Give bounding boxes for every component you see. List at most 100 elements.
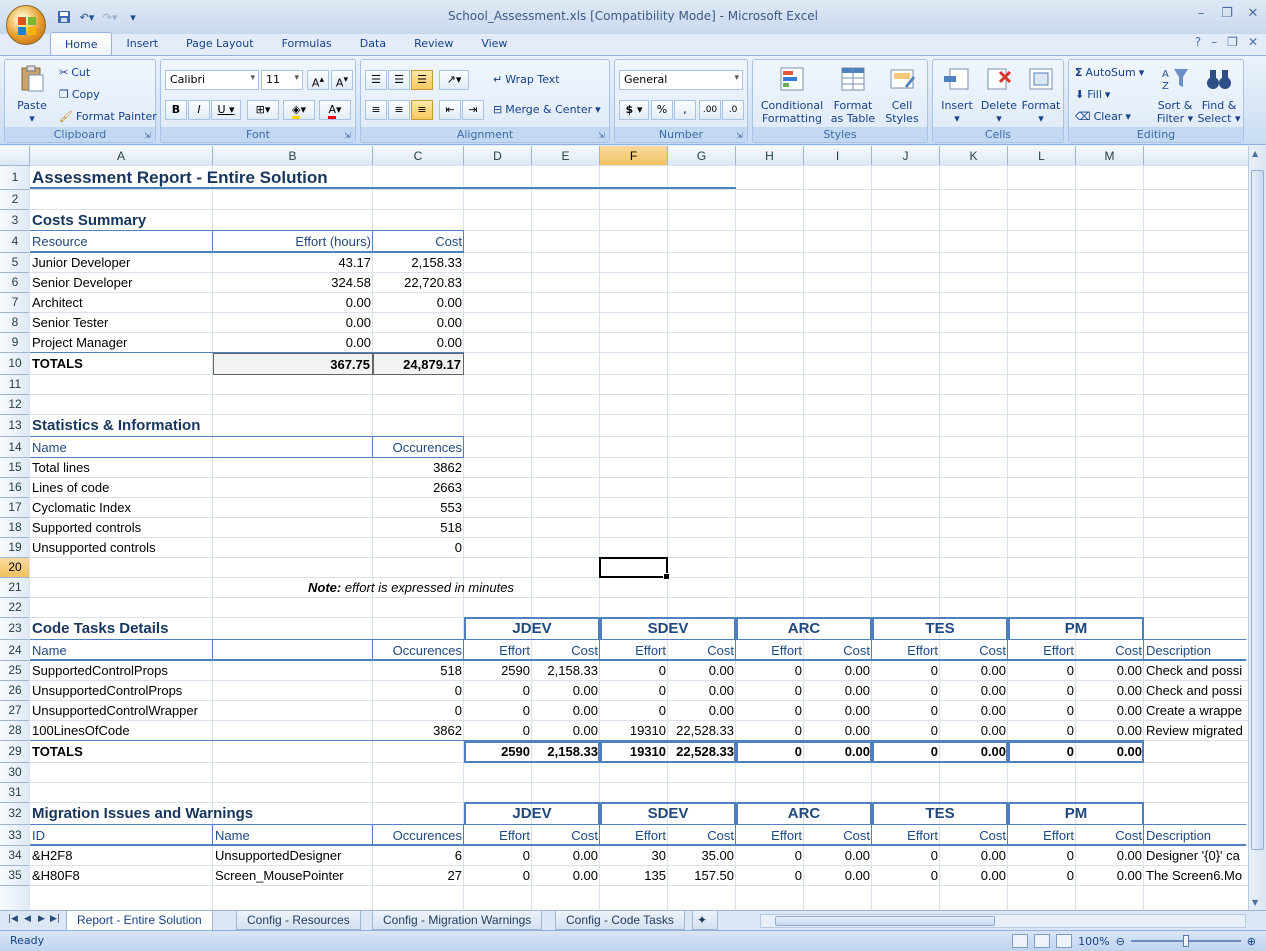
underline-button[interactable]: U ▾	[211, 100, 241, 120]
cell-l35[interactable]: 0	[1008, 866, 1076, 886]
font-size-select[interactable]: 11	[261, 70, 303, 90]
row-header-21[interactable]: 21	[0, 578, 30, 598]
scroll-up-icon[interactable]: ▲	[1252, 149, 1258, 158]
insert-cells-button[interactable]: Insert ▾	[935, 64, 979, 125]
bold-button[interactable]: B	[165, 100, 187, 120]
decrease-indent-button[interactable]: ⇤	[439, 100, 461, 120]
cell-undefined34[interactable]: Designer '{0}' ca	[1144, 846, 1246, 866]
cell-i25[interactable]: 0.00	[804, 661, 872, 681]
cell-a15[interactable]: Total lines	[30, 458, 213, 478]
office-button[interactable]	[6, 5, 46, 45]
cell-c27[interactable]: 0	[373, 701, 464, 721]
cell-c7[interactable]: 0.00	[373, 293, 464, 313]
cell-j35[interactable]: 0	[872, 866, 940, 886]
align-top-button[interactable]: ☰	[365, 70, 387, 90]
row-header-18[interactable]: 18	[0, 518, 30, 538]
cell-m28[interactable]: 0.00	[1076, 721, 1144, 741]
increase-decimal-button[interactable]: .00	[699, 100, 721, 120]
column-header-k[interactable]: K	[940, 146, 1008, 166]
select-all-corner[interactable]	[0, 146, 30, 166]
column-header-m[interactable]: M	[1076, 146, 1144, 166]
cell-i33[interactable]: Cost	[804, 825, 872, 846]
cell-k34[interactable]: 0.00	[940, 846, 1008, 866]
restore-workbook-icon[interactable]: ❐	[1227, 35, 1238, 49]
cell-m34[interactable]: 0.00	[1076, 846, 1144, 866]
cell-l27[interactable]: 0	[1008, 701, 1076, 721]
number-format-select[interactable]: General	[619, 70, 743, 90]
column-header-c[interactable]: C	[373, 146, 464, 166]
cell-j27[interactable]: 0	[872, 701, 940, 721]
column-header-j[interactable]: J	[872, 146, 940, 166]
cell-a5[interactable]: Junior Developer	[30, 253, 213, 273]
cell-b9[interactable]: 0.00	[213, 333, 373, 353]
row-header-14[interactable]: 14	[0, 437, 30, 458]
row-header-4[interactable]: 4	[0, 231, 30, 253]
cell-c6[interactable]: 22,720.83	[373, 273, 464, 293]
cell-k25[interactable]: 0.00	[940, 661, 1008, 681]
dialog-launcher-icon[interactable]: ⇲	[598, 131, 607, 140]
cell-g33[interactable]: Cost	[668, 825, 736, 846]
row-header-32[interactable]: 32	[0, 803, 30, 825]
copy-button[interactable]: ❐ Copy	[59, 88, 100, 101]
cut-button[interactable]: ✂ Cut	[59, 66, 90, 79]
cell-undefined35[interactable]: The Screen6.Mo	[1144, 866, 1246, 886]
cell-b10[interactable]: 367.75	[213, 353, 373, 375]
cell-l25[interactable]: 0	[1008, 661, 1076, 681]
orientation-button[interactable]: ↗▾	[439, 70, 469, 90]
merge-center-button[interactable]: ⊟ Merge & Center ▾	[493, 103, 601, 116]
row-header-26[interactable]: 26	[0, 681, 30, 701]
row-header-24[interactable]: 24	[0, 640, 30, 661]
align-middle-button[interactable]: ☰	[388, 70, 410, 90]
cell-l26[interactable]: 0	[1008, 681, 1076, 701]
cell-a16[interactable]: Lines of code	[30, 478, 213, 498]
tab-view[interactable]: View	[467, 32, 521, 56]
zoom-out-icon[interactable]: ⊖	[1116, 935, 1125, 948]
cell-j28[interactable]: 0	[872, 721, 940, 741]
cell-c10[interactable]: 24,879.17	[373, 353, 464, 375]
sheet-tab-config-migration-warnings[interactable]: Config - Migration Warnings	[372, 911, 543, 930]
column-header-g[interactable]: G	[668, 146, 736, 166]
sheet-tab-config-resources[interactable]: Config - Resources	[236, 911, 361, 930]
row-header-25[interactable]: 25	[0, 661, 30, 681]
cell-a7[interactable]: Architect	[30, 293, 213, 313]
cell-d34[interactable]: 0	[464, 846, 532, 866]
format-as-table-button[interactable]: Format as Table	[827, 64, 879, 125]
page-layout-view-button[interactable]	[1034, 934, 1051, 948]
align-right-button[interactable]: ≡	[411, 100, 433, 120]
cell-f27[interactable]: 0	[600, 701, 668, 721]
row-header-7[interactable]: 7	[0, 293, 30, 313]
cell-a28[interactable]: 100LinesOfCode	[30, 721, 213, 741]
cell-a6[interactable]: Senior Developer	[30, 273, 213, 293]
cell-g25[interactable]: 0.00	[668, 661, 736, 681]
cell-i27[interactable]: 0.00	[804, 701, 872, 721]
sheet-tab-config-code-tasks[interactable]: Config - Code Tasks	[555, 911, 685, 930]
row-header-34[interactable]: 34	[0, 846, 30, 866]
cell-d28[interactable]: 0	[464, 721, 532, 741]
cell-k24[interactable]: Cost	[940, 640, 1008, 661]
cell-c17[interactable]: 553	[373, 498, 464, 518]
fill-button[interactable]: ⬇ Fill ▾	[1075, 88, 1110, 101]
active-cell-f20[interactable]	[599, 557, 670, 580]
cell-c5[interactable]: 2,158.33	[373, 253, 464, 273]
cell-e26[interactable]: 0.00	[532, 681, 600, 701]
cell-a10[interactable]: TOTALS	[30, 353, 213, 375]
cell-b6[interactable]: 324.58	[213, 273, 373, 293]
percent-button[interactable]: %	[651, 100, 673, 120]
cell-f34[interactable]: 30	[600, 846, 668, 866]
cell-f28[interactable]: 19310	[600, 721, 668, 741]
cell-a33[interactable]: ID	[30, 825, 213, 846]
cell-l33[interactable]: Effort	[1008, 825, 1076, 846]
cell-undefined27[interactable]: Create a wrappe	[1144, 701, 1246, 721]
column-header-l[interactable]: L	[1008, 146, 1076, 166]
row-header-11[interactable]: 11	[0, 375, 30, 395]
find-select-button[interactable]: Find & Select ▾	[1197, 64, 1241, 125]
tab-formulas[interactable]: Formulas	[268, 32, 346, 56]
increase-indent-button[interactable]: ⇥	[462, 100, 484, 120]
align-left-button[interactable]: ≡	[365, 100, 387, 120]
row-header-13[interactable]: 13	[0, 415, 30, 437]
cell-d33[interactable]: Effort	[464, 825, 532, 846]
zoom-slider[interactable]	[1130, 935, 1241, 947]
row-header-10[interactable]: 10	[0, 353, 30, 375]
row-header-2[interactable]: 2	[0, 190, 30, 210]
tab-home[interactable]: Home	[50, 32, 113, 56]
